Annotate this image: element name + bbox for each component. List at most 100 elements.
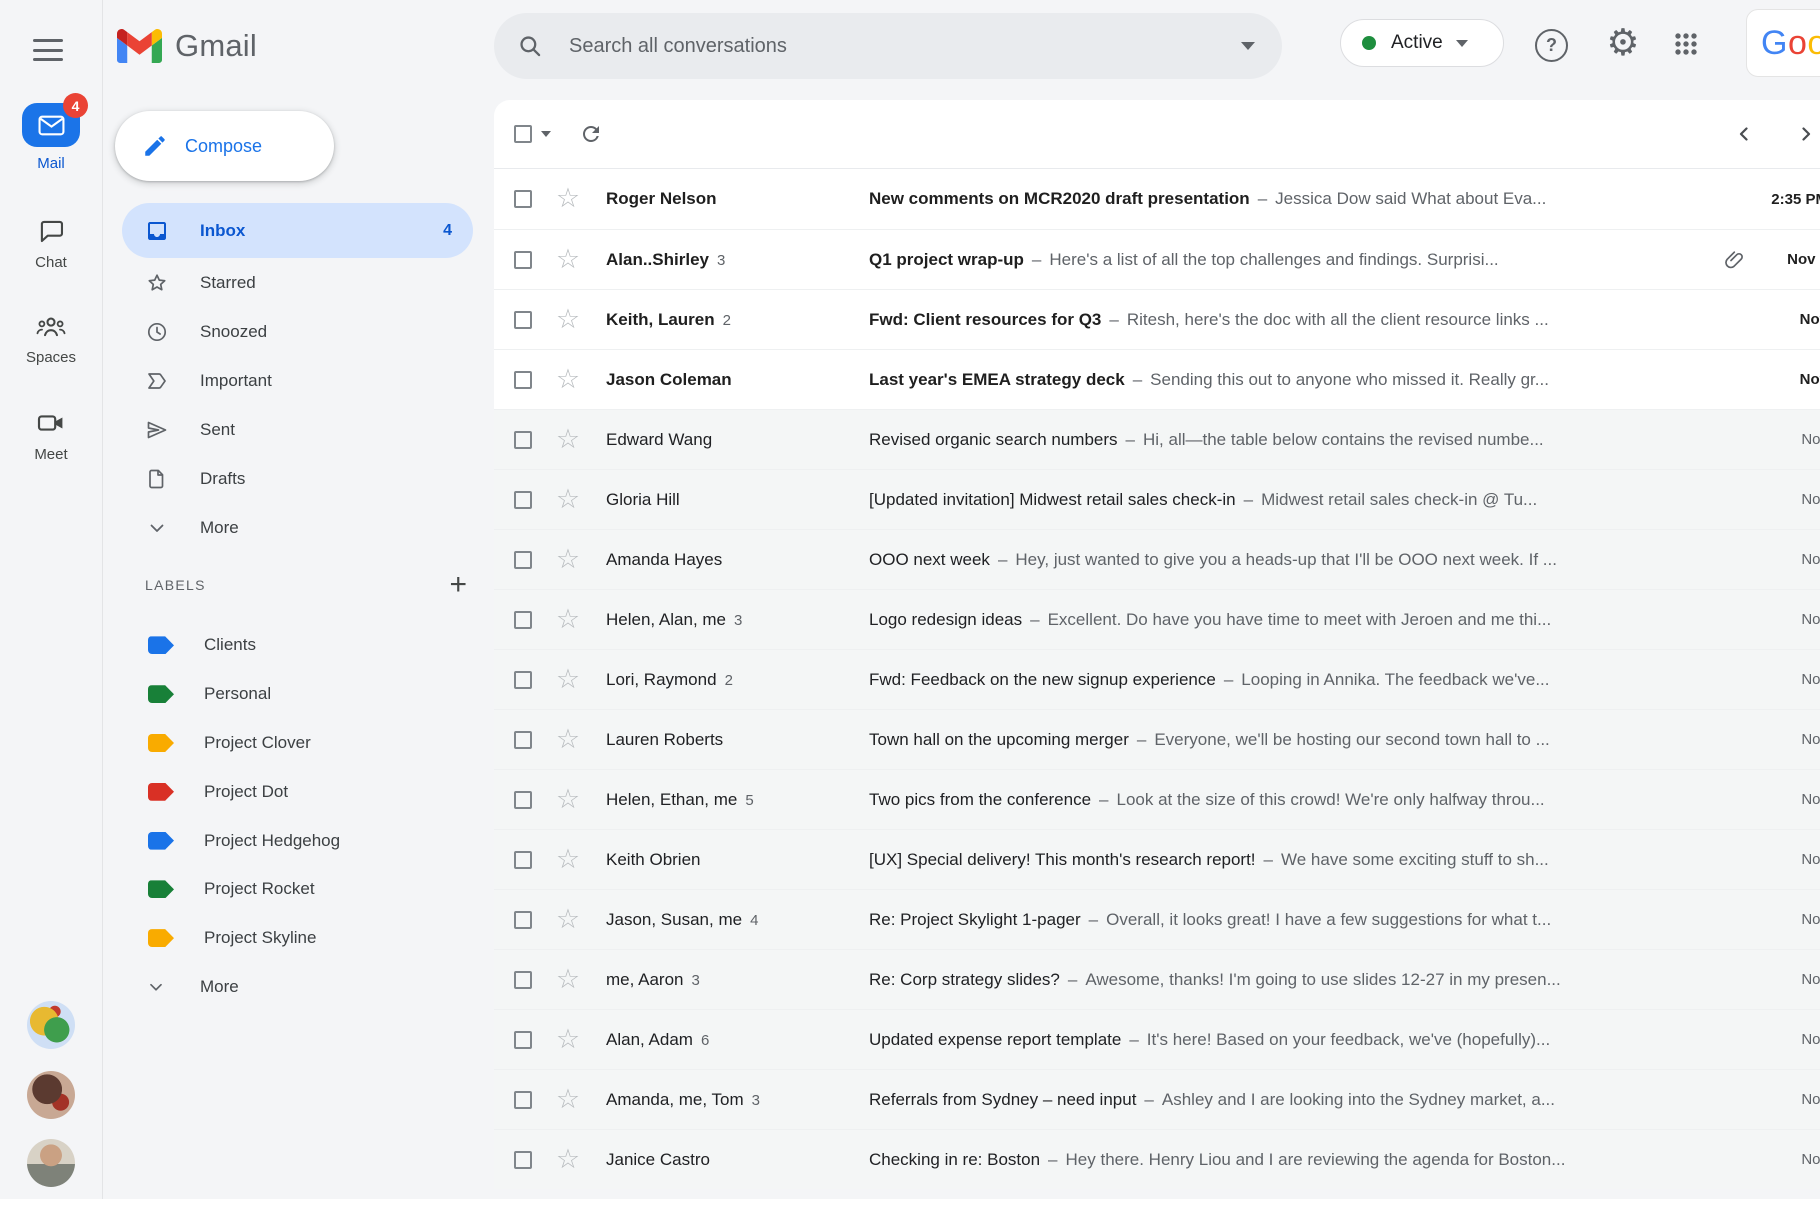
email-row[interactable]: ☆ Helen, Ethan, me5 Two pics from the co… [494,769,1820,829]
sidebar-item-sent[interactable]: Sent [122,405,473,454]
search-input[interactable] [569,35,1241,58]
labels-more[interactable]: More [103,963,497,1012]
rail-item-mail[interactable]: 4 Mail [0,103,102,172]
email-row[interactable]: ☆ Jason Coleman Last year's EMEA strateg… [494,349,1820,409]
email-row[interactable]: ☆ Lori, Raymond2 Fwd: Feedback on the ne… [494,649,1820,709]
select-all-checkbox[interactable] [514,125,532,143]
email-row[interactable]: ☆ Amanda Hayes OOO next week–Hey, just w… [494,529,1820,589]
compose-button[interactable]: Compose [115,111,334,181]
pagination [1732,122,1818,146]
avatar-man[interactable] [27,1139,75,1187]
clock-icon [145,320,169,344]
email-checkbox[interactable] [514,1091,532,1109]
email-checkbox[interactable] [514,190,532,208]
email-checkbox[interactable] [514,1031,532,1049]
star-icon[interactable]: ☆ [554,906,582,934]
email-row[interactable]: ☆ Jason, Susan, me4 Re: Project Skylight… [494,889,1820,949]
sidebar-item-snoozed[interactable]: Snoozed [122,307,473,356]
email-sender: Helen, Alan, me3 [606,610,869,630]
label-item-project-dot[interactable]: Project Dot [103,767,497,816]
email-checkbox[interactable] [514,671,532,689]
settings-gear-icon[interactable]: ⚙ [1601,21,1645,65]
star-icon[interactable]: ☆ [554,366,582,394]
email-subject: [Updated invitation] Midwest retail sale… [869,490,1236,510]
label-item-project-clover[interactable]: Project Clover [103,719,497,768]
rail-item-meet[interactable]: Meet [0,408,102,463]
email-checkbox[interactable] [514,371,532,389]
star-icon[interactable]: ☆ [554,1146,582,1174]
compose-pencil-icon [142,133,168,159]
star-icon[interactable]: ☆ [554,1086,582,1114]
email-checkbox[interactable] [514,911,532,929]
email-row[interactable]: ☆ Helen, Alan, me3 Logo redesign ideas–E… [494,589,1820,649]
star-icon[interactable]: ☆ [554,786,582,814]
email-checkbox[interactable] [514,491,532,509]
sidebar-item-drafts[interactable]: Drafts [122,454,473,503]
email-row[interactable]: ☆ Edward Wang Revised organic search num… [494,409,1820,469]
sidebar-item-important[interactable]: Important [122,356,473,405]
email-checkbox[interactable] [514,731,532,749]
star-icon[interactable]: ☆ [554,426,582,454]
sidebar-item-inbox[interactable]: Inbox 4 [122,203,473,258]
refresh-icon[interactable] [579,122,603,146]
email-row[interactable]: ☆ Alan, Adam6 Updated expense report tem… [494,1009,1820,1069]
email-checkbox[interactable] [514,551,532,569]
star-icon[interactable]: ☆ [554,246,582,274]
email-checkbox[interactable] [514,851,532,869]
status-selector[interactable]: Active [1340,19,1504,67]
label-tag-icon [148,685,174,703]
email-subject: Referrals from Sydney – need input [869,1090,1136,1110]
email-subject: New comments on MCR2020 draft presentati… [869,189,1250,209]
label-item-project-rocket[interactable]: Project Rocket [103,865,497,914]
label-item-project-skyline[interactable]: Project Skyline [103,914,497,963]
email-checkbox[interactable] [514,791,532,809]
google-account-chip[interactable]: G o o g [1746,9,1820,77]
email-checkbox[interactable] [514,611,532,629]
sidebar-item-starred[interactable]: Starred [122,258,473,307]
star-icon[interactable]: ☆ [554,966,582,994]
mail-unread-badge: 4 [63,93,88,118]
star-icon[interactable]: ☆ [554,486,582,514]
star-icon[interactable]: ☆ [554,546,582,574]
star-icon[interactable]: ☆ [554,726,582,754]
email-row[interactable]: ☆ Amanda, me, Tom3 Referrals from Sydney… [494,1069,1820,1129]
email-row[interactable]: ☆ me, Aaron3 Re: Corp strategy slides?–A… [494,949,1820,1009]
star-icon[interactable]: ☆ [554,666,582,694]
email-checkbox[interactable] [514,971,532,989]
email-snippet: Jessica Dow said What about Eva... [1275,189,1546,209]
email-row[interactable]: ☆ Alan..Shirley3 Q1 project wrap-up–Here… [494,229,1820,289]
email-checkbox[interactable] [514,431,532,449]
email-row[interactable]: ☆ Lauren Roberts Town hall on the upcomi… [494,709,1820,769]
email-checkbox[interactable] [514,311,532,329]
star-icon[interactable]: ☆ [554,606,582,634]
email-row[interactable]: ☆ Roger Nelson New comments on MCR2020 d… [494,169,1820,229]
star-icon[interactable]: ☆ [554,1026,582,1054]
google-apps-grid-icon[interactable] [1674,32,1698,56]
email-row[interactable]: ☆ Keith, Lauren2 Fwd: Client resources f… [494,289,1820,349]
email-sender: me, Aaron3 [606,970,869,990]
star-icon[interactable]: ☆ [554,185,582,213]
sidebar-item-more[interactable]: More [122,503,473,552]
star-icon[interactable]: ☆ [554,846,582,874]
help-icon[interactable]: ? [1535,29,1568,62]
avatar-woman[interactable] [27,1071,75,1119]
label-item-personal[interactable]: Personal [103,670,497,719]
email-checkbox[interactable] [514,251,532,269]
newer-page-chevron-icon[interactable] [1732,122,1756,146]
add-label-button[interactable]: + [449,573,467,597]
email-row[interactable]: ☆ Janice Castro Checking in re: Boston–H… [494,1129,1820,1189]
avatar-illustration[interactable] [27,1001,75,1049]
email-row[interactable]: ☆ Keith Obrien [UX] Special delivery! Th… [494,829,1820,889]
label-item-clients[interactable]: Clients [103,621,497,670]
select-options-chevron-icon[interactable] [541,131,551,137]
rail-item-spaces[interactable]: Spaces [0,311,102,366]
email-checkbox[interactable] [514,1151,532,1169]
search-options-chevron-icon[interactable] [1241,42,1255,50]
labels-section-header: LABELS + [145,573,467,597]
email-sender: Lauren Roberts [606,730,869,750]
rail-item-chat[interactable]: Chat [0,216,102,271]
star-icon[interactable]: ☆ [554,306,582,334]
label-item-project-hedgehog[interactable]: Project Hedgehog [103,816,497,865]
email-row[interactable]: ☆ Gloria Hill [Updated invitation] Midwe… [494,469,1820,529]
older-page-chevron-icon[interactable] [1794,122,1818,146]
